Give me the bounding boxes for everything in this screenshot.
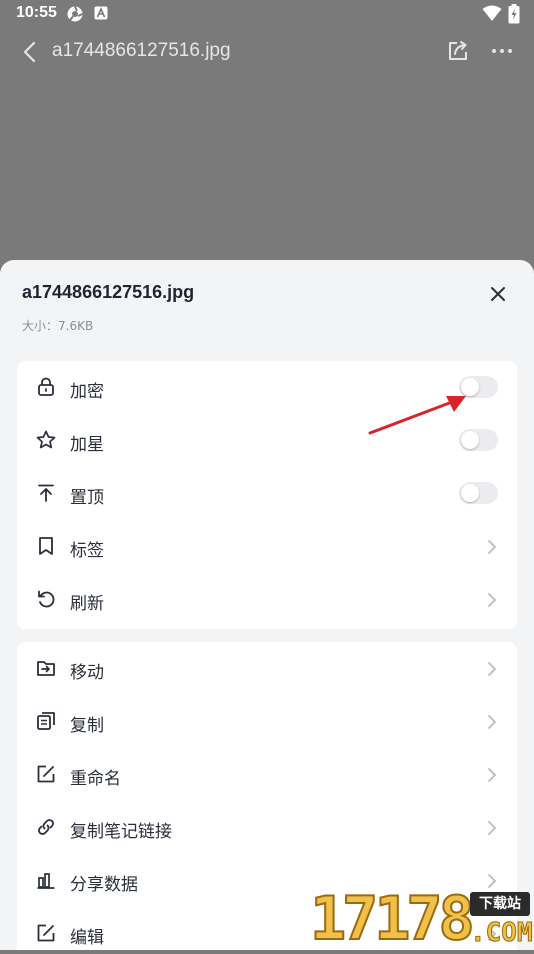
option-label: 标签 bbox=[70, 541, 104, 561]
bookmark-icon bbox=[35, 535, 57, 557]
chevron-right-icon bbox=[487, 820, 497, 840]
option-label: 分享数据 bbox=[70, 875, 138, 895]
battery-charging-icon bbox=[508, 4, 520, 29]
file-options-sheet: a1744866127516.jpg 大小：7.6KB 加密 加星 置顶 标签 … bbox=[0, 260, 534, 950]
option-label: 加星 bbox=[70, 435, 104, 455]
option-label: 加密 bbox=[70, 382, 104, 402]
watermark-badge: 下载站 bbox=[470, 892, 530, 916]
link-icon bbox=[35, 816, 57, 838]
close-icon bbox=[491, 287, 505, 301]
status-app-icon bbox=[66, 5, 84, 28]
chevron-right-icon bbox=[487, 714, 497, 734]
option-move[interactable]: 移动 bbox=[17, 642, 517, 695]
option-copy-note-link[interactable]: 复制笔记链接 bbox=[17, 801, 517, 854]
top-bar: a1744866127516.jpg bbox=[0, 28, 534, 76]
wifi-icon bbox=[482, 4, 502, 27]
option-label: 重命名 bbox=[70, 769, 121, 789]
chevron-right-icon bbox=[487, 661, 497, 681]
share-button[interactable] bbox=[446, 39, 470, 67]
copy-icon bbox=[35, 710, 57, 732]
refresh-icon bbox=[35, 588, 57, 610]
lock-icon bbox=[35, 376, 57, 398]
option-label: 移动 bbox=[70, 663, 104, 683]
option-pin-top[interactable]: 置顶 bbox=[17, 467, 517, 520]
chevron-right-icon bbox=[487, 539, 497, 559]
watermark-suffix: .COM bbox=[470, 918, 534, 949]
close-button[interactable] bbox=[486, 282, 510, 310]
pin-top-icon bbox=[35, 482, 57, 504]
star-icon bbox=[35, 429, 57, 451]
option-copy[interactable]: 复制 bbox=[17, 695, 517, 748]
back-button[interactable] bbox=[18, 38, 44, 66]
file-name-title: a1744866127516.jpg bbox=[52, 40, 231, 61]
option-tags[interactable]: 标签 bbox=[17, 520, 517, 573]
chevron-right-icon bbox=[487, 767, 497, 787]
chevron-left-icon bbox=[23, 41, 36, 63]
sheet-title: a1744866127516.jpg bbox=[22, 282, 195, 302]
status-time: 10:55 bbox=[16, 4, 57, 21]
pin-top-toggle[interactable] bbox=[459, 482, 498, 504]
more-button[interactable] bbox=[489, 39, 515, 67]
status-a-icon bbox=[94, 6, 108, 25]
toggle-knob bbox=[461, 484, 479, 502]
chart-icon bbox=[35, 869, 57, 891]
watermark-number: 17178 bbox=[309, 884, 476, 954]
file-size-label: 大小：7.6KB bbox=[22, 319, 94, 333]
annotation-arrow-icon bbox=[368, 396, 466, 435]
more-horizontal-icon bbox=[492, 49, 512, 53]
option-refresh[interactable]: 刷新 bbox=[17, 573, 517, 626]
share-icon bbox=[449, 41, 467, 60]
option-label: 编辑 bbox=[70, 928, 104, 948]
move-icon bbox=[35, 657, 57, 679]
status-bar: 10:55 bbox=[0, 0, 534, 28]
option-label: 复制 bbox=[70, 716, 104, 736]
site-watermark: 17178 下载站 .COM bbox=[309, 884, 534, 954]
option-rename[interactable]: 重命名 bbox=[17, 748, 517, 801]
option-label: 复制笔记链接 bbox=[70, 822, 172, 842]
rename-icon bbox=[35, 763, 57, 785]
edit-icon bbox=[35, 922, 57, 944]
option-label: 置顶 bbox=[70, 488, 104, 508]
chevron-right-icon bbox=[487, 592, 497, 612]
option-label: 刷新 bbox=[70, 594, 104, 614]
